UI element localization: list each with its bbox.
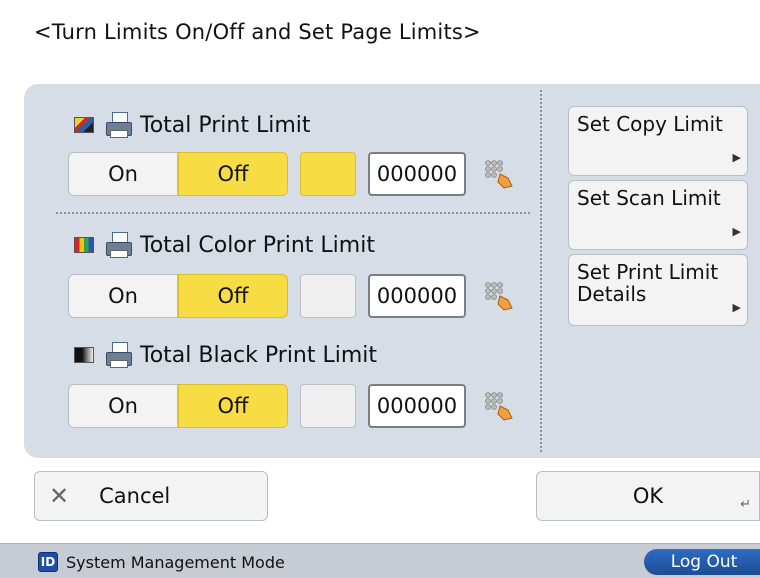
total-black-print-limit-field[interactable]: 000000 — [368, 384, 466, 428]
printer-icon — [104, 112, 132, 138]
set-copy-limit-button[interactable]: Set Copy Limit ▶ — [568, 106, 748, 176]
total-color-print-on-button[interactable]: On — [68, 274, 178, 318]
set-copy-limit-label: Set Copy Limit — [577, 112, 723, 136]
total-print-limit-label: Total Print Limit — [74, 112, 311, 138]
limit-label-text: Total Black Print Limit — [140, 342, 378, 368]
horizontal-divider — [56, 212, 530, 214]
set-scan-limit-label: Set Scan Limit — [577, 186, 721, 210]
color-mixed-icon — [74, 117, 94, 133]
mode-status-text: System Management Mode — [66, 553, 285, 572]
ok-label: OK — [632, 484, 664, 508]
black-gradient-icon — [74, 347, 94, 363]
keypad-icon[interactable] — [482, 390, 514, 422]
color-rainbow-icon — [74, 237, 94, 253]
limit-label-text: Total Print Limit — [140, 112, 311, 138]
set-scan-limit-button[interactable]: Set Scan Limit ▶ — [568, 180, 748, 250]
total-color-print-off-button[interactable]: Off — [178, 274, 288, 318]
keypad-icon[interactable] — [482, 158, 514, 190]
return-arrow-icon: ↵ — [740, 497, 751, 512]
printer-icon — [104, 232, 132, 258]
page-title: <Turn Limits On/Off and Set Page Limits> — [34, 20, 481, 44]
total-print-off-button[interactable]: Off — [178, 152, 288, 196]
cancel-button[interactable]: ✕ Cancel — [34, 471, 268, 521]
set-print-limit-details-label: Set Print Limit Details — [577, 260, 719, 306]
total-black-print-on-button[interactable]: On — [68, 384, 178, 428]
total-color-print-limit-field[interactable]: 000000 — [368, 274, 466, 318]
total-print-indicator[interactable] — [300, 152, 356, 196]
vertical-divider — [540, 90, 542, 452]
total-black-print-off-button[interactable]: Off — [178, 384, 288, 428]
status-bar: ID System Management Mode Log Out — [0, 543, 760, 578]
id-badge-icon: ID — [38, 552, 58, 572]
total-print-limit-field[interactable]: 000000 — [368, 152, 466, 196]
total-black-print-indicator[interactable] — [300, 384, 356, 428]
arrow-right-icon: ▶ — [732, 225, 741, 238]
ok-button[interactable]: OK ↵ — [536, 471, 760, 521]
total-print-on-button[interactable]: On — [68, 152, 178, 196]
close-icon: ✕ — [49, 482, 70, 510]
keypad-icon[interactable] — [482, 280, 514, 312]
total-color-print-limit-label: Total Color Print Limit — [74, 232, 375, 258]
set-print-limit-details-button[interactable]: Set Print Limit Details ▶ — [568, 254, 748, 326]
total-color-print-indicator[interactable] — [300, 274, 356, 318]
arrow-right-icon: ▶ — [732, 151, 741, 164]
limit-label-text: Total Color Print Limit — [140, 232, 375, 258]
logout-button[interactable]: Log Out — [644, 549, 760, 575]
printer-icon — [104, 342, 132, 368]
arrow-right-icon: ▶ — [732, 301, 741, 314]
total-black-print-limit-label: Total Black Print Limit — [74, 342, 377, 368]
cancel-label: Cancel — [99, 484, 171, 508]
